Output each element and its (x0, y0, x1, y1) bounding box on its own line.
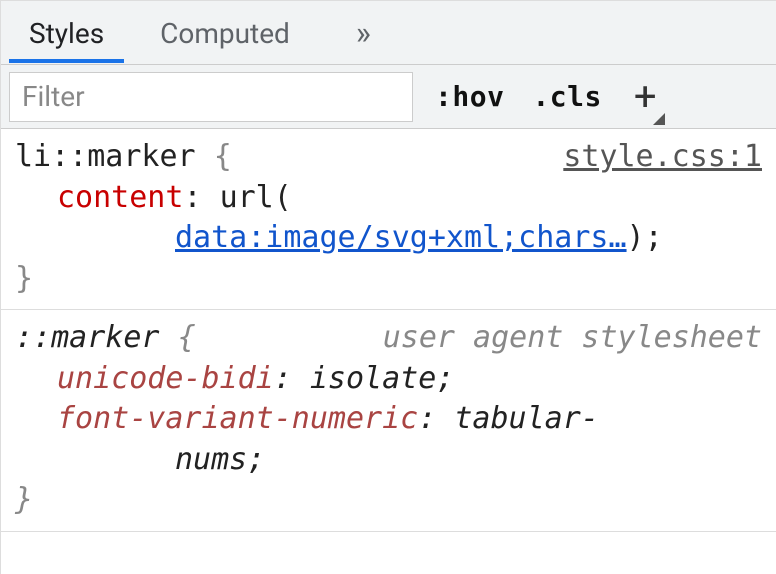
filter-input[interactable] (9, 72, 413, 122)
property-name: unicode-bidi (57, 361, 274, 396)
brace-open: { (214, 139, 232, 174)
dropdown-corner-icon (653, 113, 665, 125)
property-value-part2: nums (175, 442, 247, 477)
declaration-font-variant-numeric: font-variant-numeric: tabular- (15, 399, 762, 440)
cls-toggle[interactable]: .cls (518, 72, 615, 121)
property-value: isolate (310, 361, 436, 396)
content-url-link[interactable]: data:image/svg+xml;chars… (175, 220, 627, 255)
rule-source-ua: user agent stylesheet (383, 318, 762, 359)
url-head: url( (220, 180, 292, 215)
brace-open: { (178, 320, 196, 355)
rule-selector: ::marker (15, 320, 160, 355)
brace-close: } (15, 482, 33, 517)
tab-bar: Styles Computed » (1, 1, 776, 65)
styles-toolbar: :hov .cls + (1, 65, 776, 129)
declaration-unicode-bidi: unicode-bidi: isolate; (15, 359, 762, 400)
hov-toggle[interactable]: :hov (421, 72, 518, 121)
tab-styles[interactable]: Styles (1, 3, 132, 62)
style-rule-author: li::marker { style.css:1 content: url( d… (1, 129, 776, 310)
url-tail: ); (627, 220, 663, 255)
property-name: content (57, 180, 183, 215)
rule-selector[interactable]: li::marker (15, 139, 196, 174)
colon: : (418, 401, 436, 436)
tab-computed[interactable]: Computed (132, 3, 318, 62)
brace-close: } (15, 261, 33, 296)
property-name: font-variant-numeric (57, 401, 418, 436)
style-rule-user-agent: ::marker { user agent stylesheet unicode… (1, 310, 776, 532)
rule-source-link[interactable]: style.css:1 (563, 137, 762, 178)
colon: : (183, 180, 201, 215)
property-value-part1: tabular- (454, 401, 599, 436)
tabs-overflow-button[interactable]: » (336, 6, 393, 60)
new-style-rule-button[interactable]: + (616, 71, 667, 122)
colon: : (274, 361, 292, 396)
semicolon: ; (247, 442, 265, 477)
semicolon: ; (436, 361, 454, 396)
declaration-content[interactable]: content: url( (15, 178, 762, 219)
